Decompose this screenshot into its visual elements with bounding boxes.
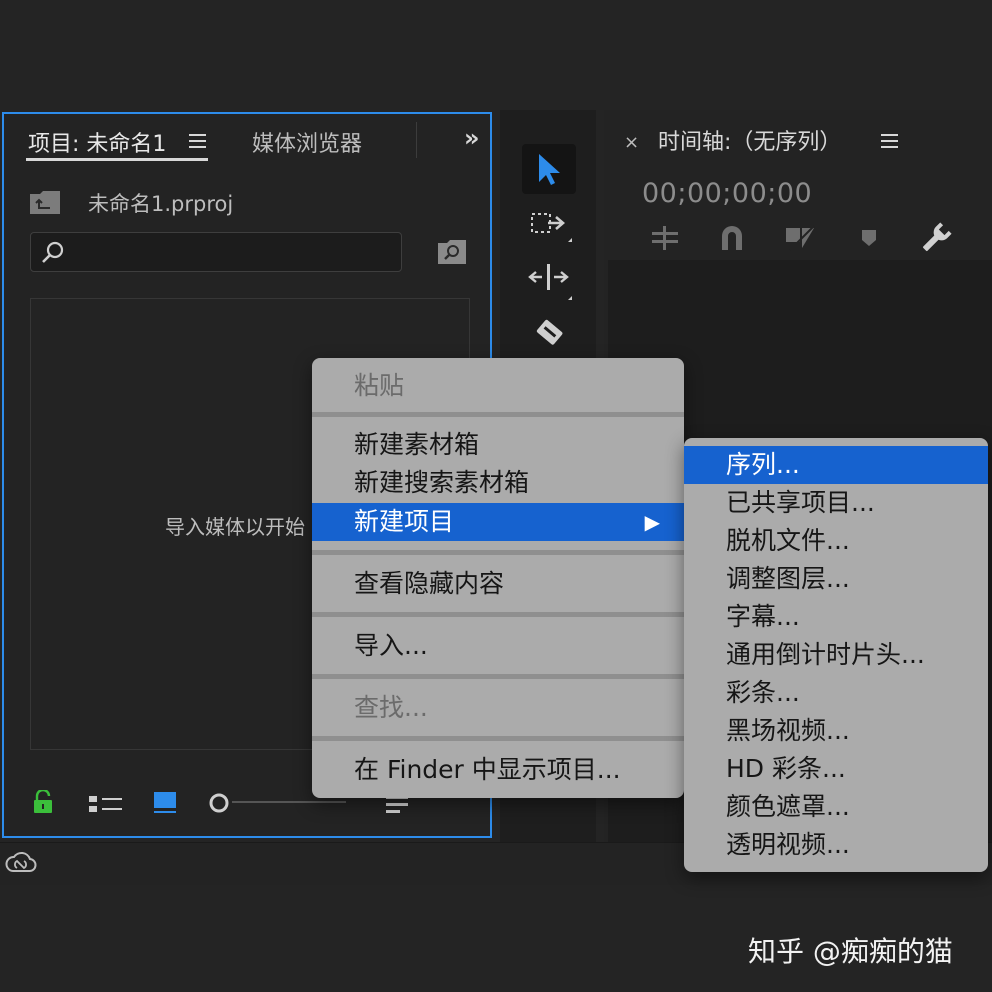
search-icon (41, 241, 65, 265)
close-tab-icon[interactable]: × (624, 132, 639, 153)
timeline-menu-icon[interactable] (880, 132, 900, 150)
submenu-item-color-matte[interactable]: 颜色遮罩... (684, 788, 988, 826)
add-marker-icon[interactable] (860, 228, 878, 248)
menu-item-new-bin[interactable]: 新建素材箱 (312, 426, 684, 464)
snap-magnet-icon[interactable] (718, 224, 746, 252)
icon-view-icon[interactable] (152, 790, 178, 814)
zoom-slider-track[interactable] (232, 801, 346, 803)
empty-project-hint: 导入媒体以开始 (165, 515, 305, 539)
menu-item-paste[interactable]: 粘贴 (312, 366, 684, 406)
linked-selection-icon[interactable] (784, 224, 816, 252)
menu-item-view-hidden[interactable]: 查看隐藏内容 (312, 564, 684, 604)
track-select-tool-icon[interactable] (530, 208, 574, 248)
submenu-item-offline-file[interactable]: 脱机文件... (684, 522, 988, 560)
menu-item-new-search-bin[interactable]: 新建搜索素材箱 (312, 464, 684, 502)
new-item-submenu: 序列... 已共享项目... 脱机文件... 调整图层... 字幕... 通用倒… (684, 438, 988, 872)
search-input[interactable] (30, 232, 402, 272)
menu-separator (312, 550, 684, 555)
new-search-bin-icon[interactable] (436, 238, 468, 266)
list-view-icon[interactable] (88, 794, 124, 814)
lock-icon[interactable] (32, 790, 54, 814)
zoom-slider-handle[interactable] (208, 792, 230, 814)
submenu-item-shared-project[interactable]: 已共享项目... (684, 484, 988, 522)
nest-icon[interactable] (650, 224, 680, 252)
active-tab-underline (26, 158, 208, 161)
watermark: 知乎 @痴痴的猫 (748, 935, 953, 968)
menu-item-new-item-label: 新建项目 (354, 507, 455, 536)
menu-item-new-item[interactable]: 新建项目 ▶ (312, 503, 684, 541)
menu-separator (312, 412, 684, 417)
timecode-display[interactable]: 00;00;00;00 (642, 178, 812, 209)
submenu-arrow-icon: ▶ (644, 510, 660, 534)
folder-up-icon[interactable] (28, 188, 62, 216)
menu-separator (312, 674, 684, 679)
tab-divider (416, 122, 417, 158)
ripple-edit-tool-icon[interactable] (528, 262, 576, 302)
submenu-item-bars-and-tone[interactable]: 彩条... (684, 674, 988, 712)
context-menu: 粘贴 新建素材箱 新建搜索素材箱 新建项目 ▶ 查看隐藏内容 导入... 查找.… (312, 358, 684, 798)
menu-separator (312, 612, 684, 617)
tab-media-browser[interactable]: 媒体浏览器 (252, 126, 362, 158)
menu-item-import[interactable]: 导入... (312, 626, 684, 666)
tab-project[interactable]: 项目: 未命名1 (28, 126, 166, 158)
selection-tool[interactable] (522, 144, 576, 194)
menu-item-find[interactable]: 查找... (312, 688, 684, 728)
menu-separator (312, 736, 684, 741)
project-file-name: 未命名1.prproj (88, 192, 234, 216)
submenu-item-captions[interactable]: 字幕... (684, 598, 988, 636)
selection-arrow-icon (536, 152, 564, 186)
submenu-item-hd-bars[interactable]: HD 彩条... (684, 750, 988, 788)
razor-tool-icon[interactable] (532, 316, 566, 350)
submenu-item-black-video[interactable]: 黑场视频... (684, 712, 988, 750)
wrench-settings-icon[interactable] (920, 222, 952, 254)
overflow-chevron-icon[interactable]: » (464, 124, 480, 152)
submenu-item-adjustment-layer[interactable]: 调整图层... (684, 560, 988, 598)
panel-menu-icon[interactable] (188, 132, 208, 150)
submenu-item-sequence[interactable]: 序列... (684, 446, 988, 484)
creative-cloud-icon[interactable] (4, 849, 38, 877)
timeline-title[interactable]: 时间轴:（无序列） (658, 124, 841, 156)
submenu-item-transparent-video[interactable]: 透明视频... (684, 826, 988, 864)
menu-item-reveal-in-finder[interactable]: 在 Finder 中显示项目... (312, 750, 684, 790)
submenu-item-countdown-leader[interactable]: 通用倒计时片头... (684, 636, 988, 674)
